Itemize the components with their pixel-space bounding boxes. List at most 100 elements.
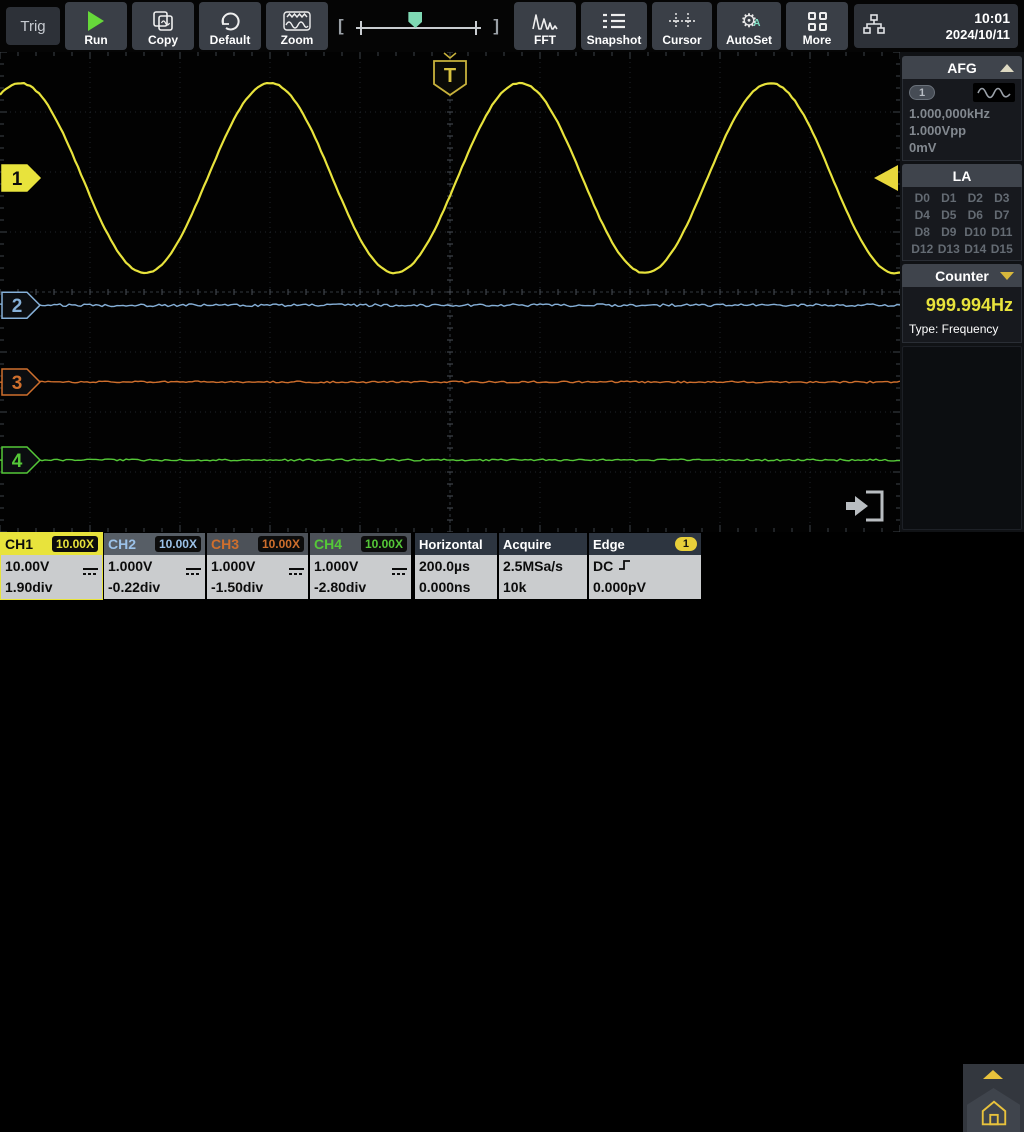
more-button[interactable]: More (786, 2, 848, 50)
la-d14[interactable]: D14 (962, 242, 989, 256)
expand-icon[interactable] (1000, 272, 1014, 280)
ch2-probe-badge: 10.00X (155, 536, 201, 552)
ch1-probe-badge: 10.00X (52, 536, 98, 552)
ch3-label: CH3 (211, 536, 239, 552)
dc-coupling-icon (289, 562, 304, 571)
counter-value: 999.994Hz (909, 291, 1015, 322)
ch2-offset: -0.22div (108, 578, 160, 597)
la-channel-grid: D0 D1 D2 D3 D4 D5 D6 D7 D8 D9 D10 D11 D1… (902, 187, 1022, 261)
horizontal-info-box[interactable]: Horizontal 200.0µs 0.000ns (415, 533, 497, 599)
autoset-button[interactable]: ⚙A AutoSet (717, 2, 781, 50)
right-sidebar: AFG 1 1.000,000kHz 1.000Vpp 0mV LA D0 D1… (900, 52, 1024, 532)
acquire-sample-rate: 2.5MSa/s (503, 557, 563, 576)
la-d4[interactable]: D4 (909, 208, 936, 222)
la-panel: LA D0 D1 D2 D3 D4 D5 D6 D7 D8 D9 D10 D11… (902, 164, 1022, 261)
la-d12[interactable]: D12 (909, 242, 936, 256)
expand-bracket-icon[interactable] (866, 492, 882, 520)
trigger-level-arrow[interactable] (874, 165, 898, 191)
la-d15[interactable]: D15 (989, 242, 1016, 256)
ch4-info-box[interactable]: CH4 10.00X 1.000V -2.80div (310, 533, 411, 599)
horizontal-position: 0.000ns (419, 578, 470, 597)
la-d8[interactable]: D8 (909, 225, 936, 239)
collapse-icon[interactable] (1000, 64, 1014, 72)
cursor-crosshair-icon (668, 9, 696, 33)
ch3-info-box[interactable]: CH3 10.00X 1.000V -1.50div (207, 533, 308, 599)
dc-coupling-icon (186, 562, 201, 571)
la-d7[interactable]: D7 (989, 208, 1016, 222)
afg-header[interactable]: AFG (902, 56, 1022, 79)
default-button[interactable]: Default (199, 2, 261, 50)
trace-ch4 (0, 459, 900, 461)
menu-corner[interactable] (963, 1064, 1024, 1132)
ch1-label: CH1 (5, 536, 33, 552)
trigger-level: 0.000pV (593, 578, 646, 597)
home-icon[interactable] (979, 1098, 1009, 1132)
dc-coupling-icon (392, 562, 407, 571)
copy-button[interactable]: Copy (132, 2, 194, 50)
acquire-info-box[interactable]: Acquire 2.5MSa/s 10k (499, 533, 587, 599)
ch3-scale: 1.000V (211, 557, 255, 576)
trigger-info-box[interactable]: Edge 1 DC 0.000pV (589, 533, 701, 599)
ch4-scale: 1.000V (314, 557, 358, 576)
horizontal-scale: 200.0µs (419, 557, 470, 576)
acquire-mem-depth: 10k (503, 578, 526, 597)
la-d9[interactable]: D9 (936, 225, 963, 239)
la-d3[interactable]: D3 (989, 191, 1016, 205)
afg-frequency: 1.000,000kHz (909, 105, 1015, 122)
trigger-title: Edge (593, 537, 625, 552)
cursor-button[interactable]: Cursor (652, 2, 712, 50)
la-d13[interactable]: D13 (936, 242, 963, 256)
acquire-title: Acquire (503, 537, 551, 552)
trigger-status: Trig (6, 7, 60, 45)
afg-channel-badge: 1 (909, 85, 935, 100)
afg-offset: 0mV (909, 139, 1015, 156)
trigger-source-badge: 1 (675, 537, 697, 551)
top-toolbar: Trig Run Copy Default Zoom [ (0, 0, 1024, 52)
afg-panel: AFG 1 1.000,000kHz 1.000Vpp 0mV (902, 56, 1022, 161)
ch1-info-box[interactable]: CH1 10.00X 10.00V 1.90div (1, 533, 102, 599)
clock-time: 10:01 (886, 10, 1010, 27)
la-d5[interactable]: D5 (936, 208, 963, 222)
snapshot-button[interactable]: Snapshot (581, 2, 647, 50)
bottom-status-bar: CH1 10.00X 10.00V 1.90div CH2 10.00X 1.0… (0, 532, 1024, 600)
ch2-info-box[interactable]: CH2 10.00X 1.000V -0.22div (104, 533, 205, 599)
ch3-offset: -1.50div (211, 578, 263, 597)
ch4-label: CH4 (314, 536, 342, 552)
spectrum-icon (531, 9, 559, 33)
up-arrow-icon[interactable] (983, 1070, 1003, 1079)
ch4-probe-badge: 10.00X (361, 536, 407, 552)
grid-squares-icon (808, 9, 827, 33)
run-button[interactable]: Run (65, 2, 127, 50)
channel-marker-label: 4 (12, 451, 23, 472)
la-header[interactable]: LA (902, 164, 1022, 187)
expand-arrow-icon[interactable] (846, 496, 868, 516)
slider-right-bracket: ] (493, 16, 499, 36)
counter-panel: Counter 999.994Hz Type: Frequency (902, 264, 1022, 343)
fft-button[interactable]: FFT (514, 2, 576, 50)
la-d6[interactable]: D6 (962, 208, 989, 222)
la-d0[interactable]: D0 (909, 191, 936, 205)
gear-a-icon: ⚙A (740, 9, 757, 33)
rising-edge-icon (618, 557, 632, 576)
la-d11[interactable]: D11 (989, 225, 1016, 239)
zoom-button[interactable]: Zoom (266, 2, 328, 50)
copy-icon (151, 9, 175, 33)
trigger-coupling: DC (593, 557, 613, 576)
dc-coupling-icon (83, 562, 98, 571)
ch4-offset: -2.80div (314, 578, 366, 597)
horizontal-position-slider[interactable]: [ ] (334, 2, 503, 50)
ch2-scale: 1.000V (108, 557, 152, 576)
slider-left-bracket: [ (338, 16, 344, 36)
channel-marker-label: 3 (12, 373, 23, 394)
la-d1[interactable]: D1 (936, 191, 963, 205)
slider-thumb[interactable] (408, 12, 422, 28)
waveform-display[interactable]: 1234T (0, 52, 900, 532)
network-icon (862, 12, 886, 41)
la-d2[interactable]: D2 (962, 191, 989, 205)
horizontal-title: Horizontal (419, 537, 483, 552)
la-d10[interactable]: D10 (962, 225, 989, 239)
afg-amplitude: 1.000Vpp (909, 122, 1015, 139)
ch3-probe-badge: 10.00X (258, 536, 304, 552)
counter-header[interactable]: Counter (902, 264, 1022, 287)
sidebar-empty-panel (902, 346, 1022, 530)
